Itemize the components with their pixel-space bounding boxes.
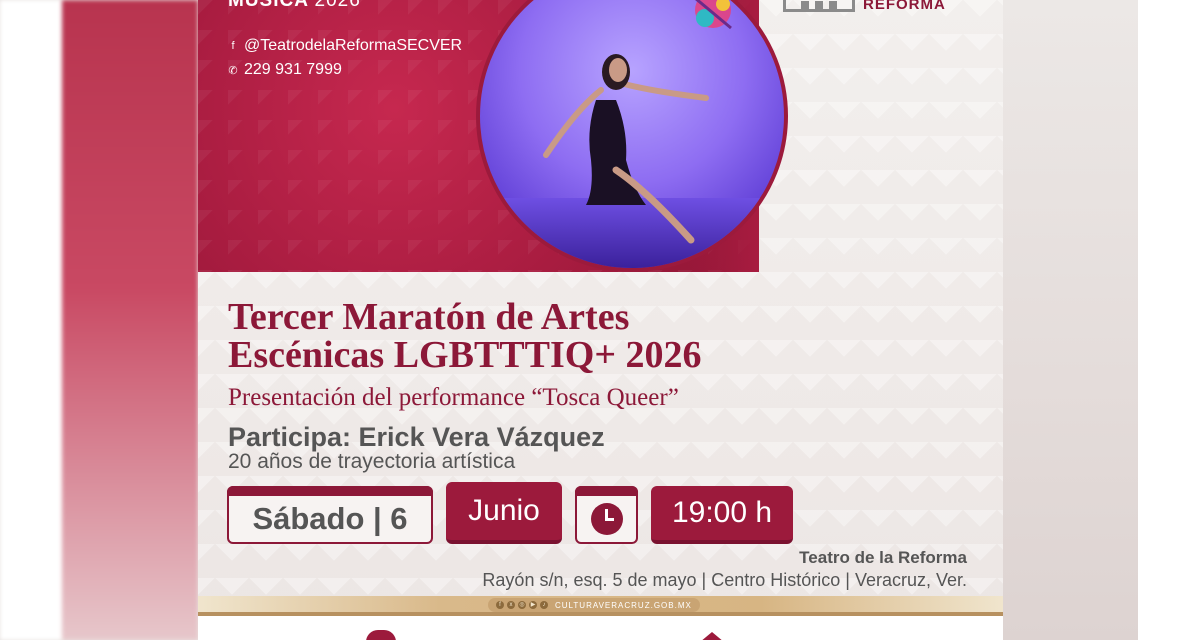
dancer-figure [543, 0, 732, 244]
series-year: 2026 [314, 0, 361, 11]
event-title: Tercer Maratón de Artes Escénicas LGBTTT… [228, 298, 702, 374]
date-day: Sábado | 6 [252, 501, 408, 536]
title-line-2: Escénicas LGBTTTIQ+ 2026 [228, 334, 702, 376]
building-icon [783, 0, 855, 12]
venue-name: Teatro de la Reforma [799, 548, 967, 567]
logo-text: REFORMA [863, 0, 946, 13]
performer-photo [476, 0, 788, 272]
state-seal-icon [366, 630, 396, 640]
website-link[interactable]: CULTURAVERACRUZ.GOB.MX [555, 601, 692, 610]
clock-icon [590, 503, 623, 535]
series-title: MÚSICA 2026 [228, 0, 361, 12]
series-name: MÚSICA [228, 0, 309, 11]
event-time: 19:00 h [671, 496, 773, 529]
facebook-handle: @TeatrodelaReformaSECVER [244, 37, 463, 54]
x-icon[interactable]: x [507, 601, 515, 609]
time-icon-box [575, 486, 638, 544]
facebook-contact: f @TeatrodelaReformaSECVER [228, 37, 462, 55]
time-box: 19:00 h [651, 486, 793, 544]
blurred-background-left [0, 0, 198, 640]
venue-address: Rayón s/n, esq. 5 de mayo | Centro Histó… [482, 570, 967, 590]
date-day-box: Sábado | 6 [227, 486, 433, 544]
phone-contact: ✆ 229 931 7999 [228, 61, 342, 79]
date-month: Junio [468, 494, 540, 527]
phone-number: 229 931 7999 [244, 61, 342, 78]
culture-logo-icon [700, 632, 724, 640]
tiktok-icon[interactable]: ♪ [540, 601, 548, 609]
participant-experience: 20 años de trayectoria artística [228, 450, 516, 473]
footer-logos [198, 616, 1003, 640]
date-month-box: Junio [446, 482, 562, 544]
event-subtitle: Presentación del performance “Tosca Quee… [228, 384, 679, 411]
phone-icon: ✆ [228, 64, 238, 77]
blurred-background-right [1003, 0, 1200, 640]
title-line-1: Tercer Maratón de Artes [228, 296, 630, 338]
youtube-icon[interactable]: ▶ [529, 601, 537, 609]
participant-name: Participa: Erick Vera Vázquez [228, 422, 605, 452]
theater-logo: REFORMA [783, 0, 946, 13]
facebook-icon: f [231, 40, 235, 52]
event-poster: MÚSICA 2026 f @TeatrodelaReformaSECVER ✆… [198, 0, 1003, 640]
social-url-pill[interactable]: f x ◎ ▶ ♪ CULTURAVERACRUZ.GOB.MX [488, 598, 700, 612]
facebook-icon[interactable]: f [496, 601, 504, 609]
instagram-icon[interactable]: ◎ [518, 601, 526, 609]
